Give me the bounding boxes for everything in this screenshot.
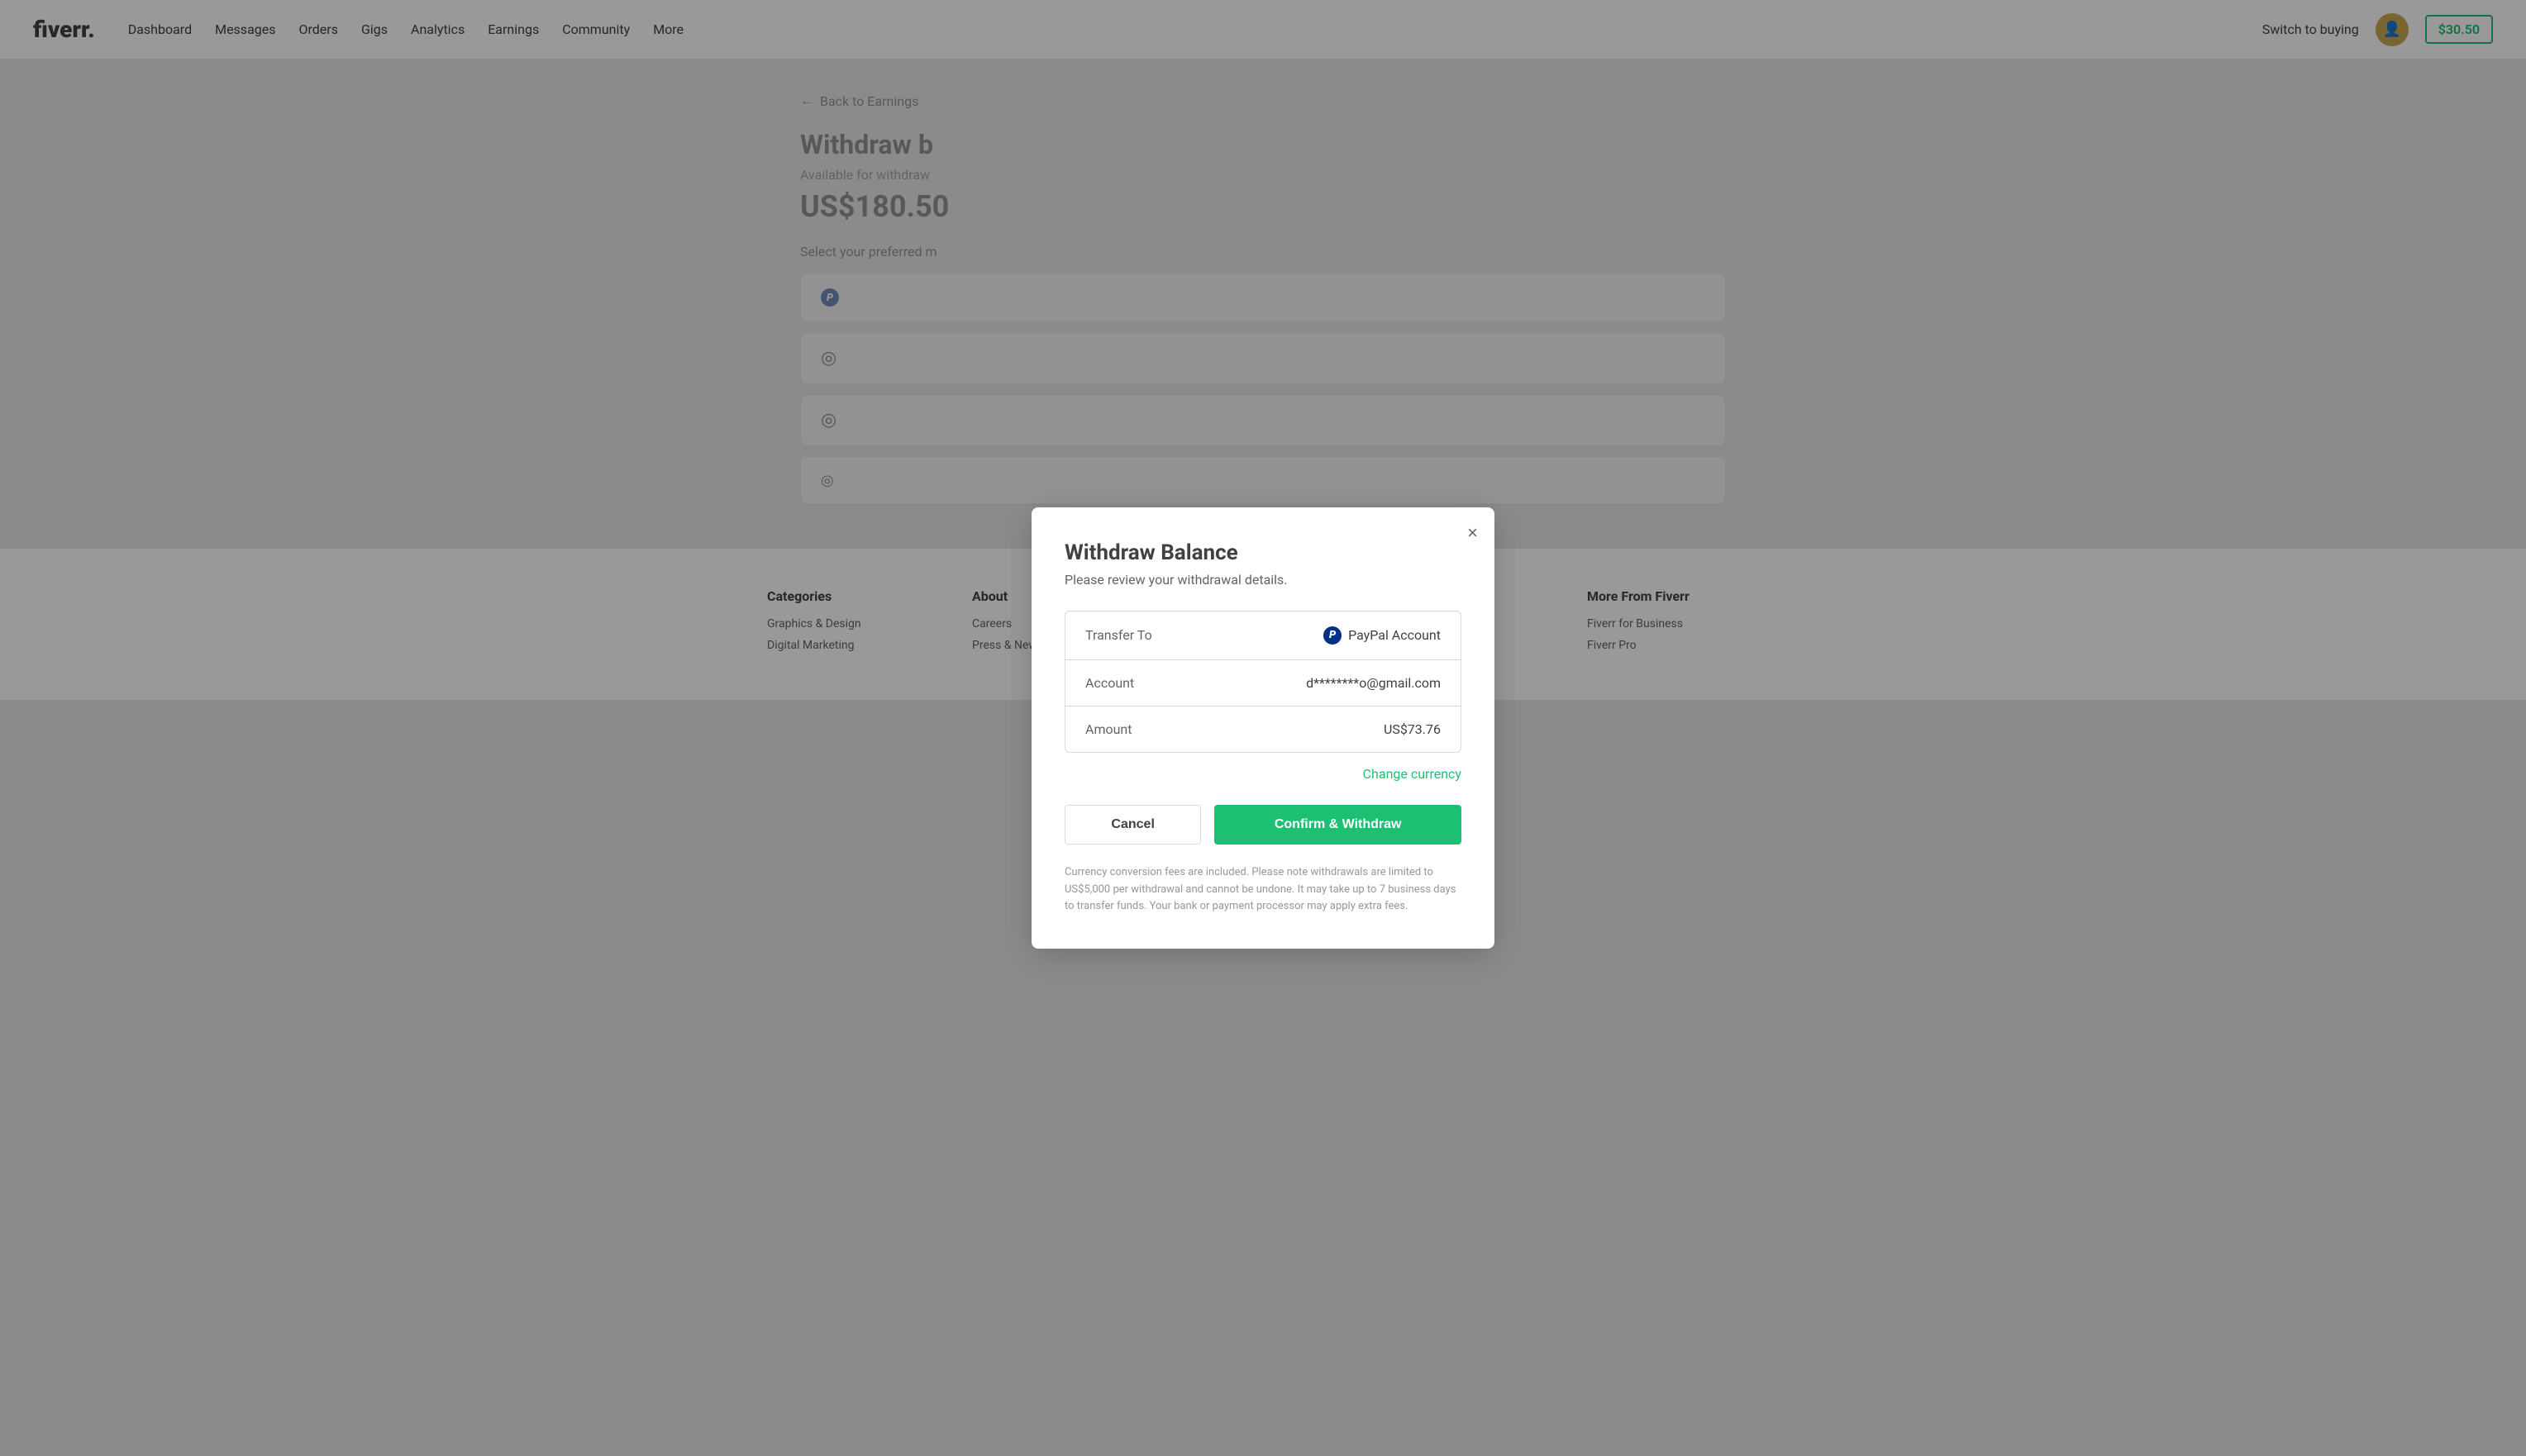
modal-disclaimer: Currency conversion fees are included. P… [1065,864,1461,916]
modal-title: Withdraw Balance [1065,540,1461,565]
transfer-to-row: Transfer To P PayPal Account [1065,611,1461,660]
confirm-withdraw-button[interactable]: Confirm & Withdraw [1214,805,1461,845]
transfer-to-label: Transfer To [1085,627,1152,643]
amount-row: Amount US$73.76 [1065,707,1461,752]
transfer-to-text: PayPal Account [1348,627,1441,643]
paypal-logo-icon: P [1323,626,1342,645]
account-row: Account d********o@gmail.com [1065,660,1461,707]
modal-close-button[interactable]: × [1467,524,1478,542]
amount-label: Amount [1085,721,1132,737]
modal-actions: Cancel Confirm & Withdraw [1065,805,1461,845]
transfer-to-value: P PayPal Account [1323,626,1441,645]
modal-subtitle: Please review your withdrawal details. [1065,572,1461,588]
cancel-button[interactable]: Cancel [1065,805,1201,845]
amount-value: US$73.76 [1384,721,1441,737]
account-label: Account [1085,675,1134,691]
modal-overlay[interactable]: × Withdraw Balance Please review your wi… [0,0,2526,1456]
account-value: d********o@gmail.com [1306,675,1441,691]
withdraw-modal: × Withdraw Balance Please review your wi… [1032,507,1494,949]
change-currency-link[interactable]: Change currency [1065,766,1461,782]
withdrawal-details-table: Transfer To P PayPal Account Account d**… [1065,611,1461,753]
